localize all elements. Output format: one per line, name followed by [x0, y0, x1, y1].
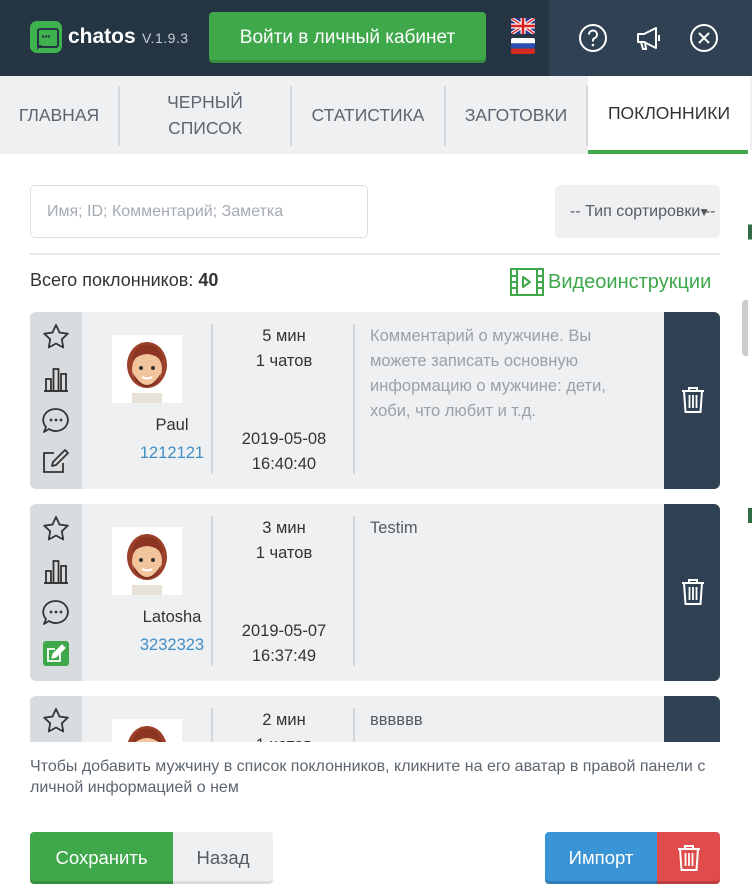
fan-card: 2 мин 1 чатов вввввв: [30, 696, 720, 742]
delete-all-button[interactable]: [657, 832, 720, 884]
fans-list: Paul 1212121 5 мин 1 чатов 2019-05-08 16…: [30, 312, 720, 742]
fan-duration: 3 мин: [262, 519, 306, 537]
tab-templates[interactable]: ЗАГОТОВКИ: [446, 76, 586, 154]
avatar[interactable]: [112, 335, 182, 403]
video-icon: [510, 268, 544, 296]
fan-time: 16:40:40: [251, 455, 317, 473]
fan-time: 16:37:49: [251, 647, 317, 665]
trash-icon: [682, 387, 704, 413]
help-icon[interactable]: [578, 23, 608, 53]
edit-note-active-icon[interactable]: [41, 638, 71, 668]
brand-name: chatos: [68, 25, 136, 48]
close-icon[interactable]: [689, 23, 719, 53]
fan-date: 2019-05-08: [241, 430, 327, 448]
fan-card: Paul 1212121 5 мин 1 чатов 2019-05-08 16…: [30, 312, 720, 489]
fans-screen: chatos V.1.9.3 Войти в личный кабинет ГЛ…: [0, 0, 752, 896]
fan-card: Latosha 3232323 3 мин 1 чатов 2019-05-07…: [30, 504, 720, 681]
fan-comment[interactable]: Testim: [370, 516, 650, 541]
edit-note-icon[interactable]: [41, 446, 71, 476]
sort-select[interactable]: -- Тип сортировки -- ▼: [555, 185, 720, 238]
chevron-down-icon: ▼: [698, 205, 710, 219]
star-icon[interactable]: [41, 514, 71, 544]
trash-icon: [677, 845, 700, 871]
video-instructions-link[interactable]: Видеоинструкции: [510, 268, 711, 296]
save-button[interactable]: Сохранить: [30, 832, 173, 884]
star-icon[interactable]: [41, 706, 71, 736]
fans-total-label: Всего поклонников:: [30, 270, 194, 290]
fan-actions: [30, 312, 82, 489]
fans-total-count: 40: [198, 270, 219, 290]
scrollbar[interactable]: [742, 300, 750, 356]
chat-icon[interactable]: [41, 406, 71, 436]
fan-date: 2019-05-07: [241, 622, 327, 640]
fan-actions: [30, 504, 82, 681]
avatar[interactable]: [112, 527, 182, 595]
star-icon[interactable]: [41, 322, 71, 352]
megaphone-icon[interactable]: [634, 23, 664, 53]
tab-bar: ГЛАВНАЯ ЧЕРНЫЙ СПИСОК СТАТИСТИКА ЗАГОТОВ…: [0, 76, 752, 154]
divider: [30, 253, 720, 255]
fan-chats: 1 чатов: [214, 733, 354, 742]
fans-total: Всего поклонников: 40: [30, 270, 218, 291]
uk-flag-icon[interactable]: [511, 18, 535, 34]
sort-select-value: -- Тип сортировки --: [570, 202, 716, 220]
fan-duration: 5 мин: [262, 327, 306, 345]
avatar[interactable]: [112, 719, 182, 742]
delete-fan-button[interactable]: [664, 312, 720, 489]
fan-duration: 2 мин: [262, 711, 306, 729]
header: chatos V.1.9.3 Войти в личный кабинет: [0, 0, 752, 76]
back-button[interactable]: Назад: [173, 832, 273, 884]
ru-flag-icon[interactable]: [511, 38, 535, 54]
tab-blacklist[interactable]: ЧЕРНЫЙ СПИСОК: [120, 76, 290, 154]
tab-statistics[interactable]: СТАТИСТИКА: [292, 76, 444, 154]
fan-chats: 1 чатов: [255, 544, 313, 562]
app-version: V.1.9.3: [142, 30, 189, 46]
import-button[interactable]: Импорт: [545, 832, 657, 884]
chat-icon[interactable]: [41, 598, 71, 628]
fan-comment[interactable]: Комментарий о мужчине. Вы можете записат…: [370, 324, 650, 424]
video-instructions-label: Видеоинструкции: [548, 270, 712, 293]
delete-fan-button[interactable]: [664, 504, 720, 681]
search-input[interactable]: Имя; ID; Комментарий; Заметка: [30, 185, 368, 238]
tab-blacklist-label: ЧЕРНЫЙ СПИСОК: [167, 92, 243, 138]
tab-main[interactable]: ГЛАВНАЯ: [0, 76, 118, 154]
fan-chats: 1 чатов: [255, 352, 313, 370]
fan-comment[interactable]: вввввв: [370, 708, 650, 733]
chatos-logo-icon: [30, 21, 62, 53]
add-fan-hint: Чтобы добавить мужчину в список поклонни…: [30, 758, 706, 796]
trash-icon: [682, 579, 704, 605]
language-switcher[interactable]: [511, 18, 537, 57]
delete-fan-button[interactable]: [664, 696, 720, 742]
login-button[interactable]: Войти в личный кабинет: [209, 12, 486, 63]
tab-fans[interactable]: ПОКЛОННИКИ: [588, 76, 750, 154]
fan-actions: [30, 696, 82, 742]
statistics-icon[interactable]: [41, 556, 71, 586]
statistics-icon[interactable]: [41, 364, 71, 394]
